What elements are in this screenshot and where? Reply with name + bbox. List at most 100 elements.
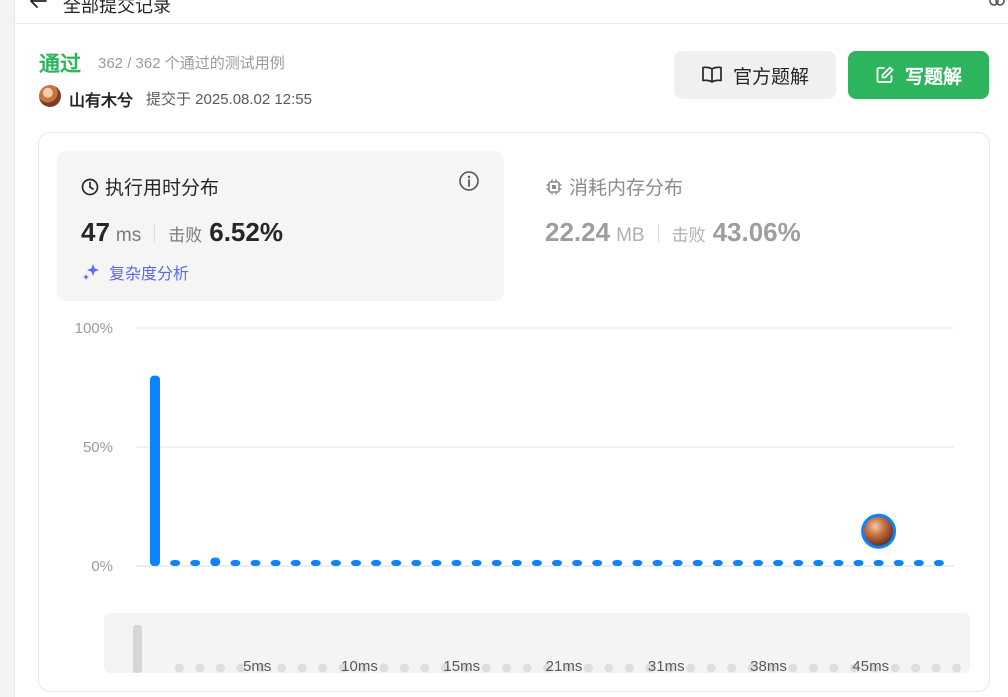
overview-dot [420,663,430,673]
share-link-icon[interactable] [988,0,1006,10]
info-icon[interactable] [458,170,480,192]
chart-bar [210,557,221,566]
user-avatar-icon [861,513,897,549]
memory-stat-tab[interactable]: 消耗内存分布 22.24 MB 击败 43.06% [529,151,969,301]
overview-tick-label: 38ms [750,658,787,673]
runtime-distribution-chart[interactable]: 100%50%0%5ms10ms15ms21ms31ms38ms45ms [39,313,989,573]
chart-bar [813,560,824,566]
overview-dot [502,663,512,673]
overview-dot [277,663,287,673]
y-tick-label: 0% [91,558,113,573]
overview-tick-label: 10ms [341,658,378,673]
chip-icon [546,179,562,194]
overview-tick-label: 5ms [243,658,271,673]
write-solution-button[interactable]: 写题解 [848,51,989,99]
sparkle-icon [83,264,99,280]
chart-bar [732,560,743,566]
overview-dot [788,663,798,673]
chart-bar [230,560,241,566]
chart-bar [833,560,844,566]
overview-dot [931,663,941,673]
overview-tick-label: 21ms [546,658,583,673]
chart-bar [290,560,301,566]
chart-range-slider[interactable]: 5ms 10ms 15ms 21ms 31ms 38ms 45ms [104,613,970,673]
top-bar: 全部提交记录 [15,0,1008,24]
submit-time: 提交于 2025.08.02 12:55 [146,91,312,108]
status-badge: 通过 [39,53,81,76]
overview-dot [318,663,328,673]
overview-dot [583,663,593,673]
official-solution-label: 官方题解 [732,66,809,88]
overview-tick-label: 45ms [852,658,889,673]
test-case-count: 362 / 362 个通过的测试用例 [98,55,285,72]
chart-bar [873,560,884,566]
overview-dot [624,663,634,673]
runtime-beats-value: 6.52% [209,217,283,247]
complexity-analysis-link[interactable]: 复杂度分析 [81,260,189,284]
overview-tick-label: 31ms [648,658,685,673]
chart-bar [692,560,703,566]
overview-dot [481,663,491,673]
overview-tick-label: 15ms [443,658,480,673]
avatar[interactable] [39,85,61,107]
overview-dot [706,663,716,673]
chart-bar [270,560,281,566]
memory-beats-value: 43.06% [712,217,801,247]
chart-bar [250,560,261,566]
username[interactable]: 山有木兮 [69,87,133,111]
runtime-beats-label: 击败 [168,226,203,245]
memory-title: 消耗内存分布 [545,173,683,200]
complexity-label: 复杂度分析 [109,266,190,283]
overview-dot [297,663,307,673]
chart-bar [451,560,462,566]
overview-dot [911,663,921,673]
chart-bar [310,560,321,566]
chart-bar [632,560,643,566]
chart-bar [150,375,160,566]
chart-bar [431,560,442,566]
chart-bar [672,560,683,566]
chart-bar [371,560,382,566]
chart-bar [712,560,723,566]
chart-bar [411,560,422,566]
divider [154,223,156,242]
chart-bar [471,560,482,566]
chart-bar [190,560,201,566]
chart-bar [652,560,663,566]
official-solution-button[interactable]: 官方题解 [674,51,836,99]
memory-beats-label: 击败 [671,226,706,245]
overview-dot [829,663,839,673]
overview-dot [604,663,614,673]
page-title: 全部提交记录 [63,0,171,16]
overview-dot [174,663,184,673]
user-position-marker [861,513,897,549]
chart-bar [592,560,603,566]
chart-bar [351,560,361,566]
overview-dot [808,663,818,673]
chart-bar [773,560,784,566]
overview-dot [215,663,225,673]
memory-title-text: 消耗内存分布 [569,178,684,199]
memory-unit: MB [616,225,645,246]
chart-bar [853,560,864,566]
back-arrow-icon[interactable] [27,0,49,12]
chart-bar [612,560,623,566]
overview-dot [952,663,962,673]
y-tick-label: 50% [83,439,113,456]
chart-bar [933,560,944,566]
chart-bar [531,560,542,566]
edit-icon [876,66,894,83]
runtime-unit: ms [115,225,142,246]
y-tick-label: 100% [75,320,113,337]
divider [657,223,659,242]
runtime-values: 47 ms 击败 6.52% [81,217,283,248]
overview-dot [890,663,900,673]
submission-panel: 全部提交记录 通过 362 / 362 个通过的测试用例 山有木兮 提交于 20… [14,0,1008,697]
overview-dot [727,663,737,673]
chart-bar [330,560,341,566]
write-solution-label: 写题解 [904,66,962,88]
runtime-value: 47 [81,217,110,247]
overview-dot [522,663,532,673]
runtime-stat-tab[interactable]: 执行用时分布 47 ms 击败 6.52% 复杂度分析 [57,151,504,301]
chart-bar [170,560,181,566]
